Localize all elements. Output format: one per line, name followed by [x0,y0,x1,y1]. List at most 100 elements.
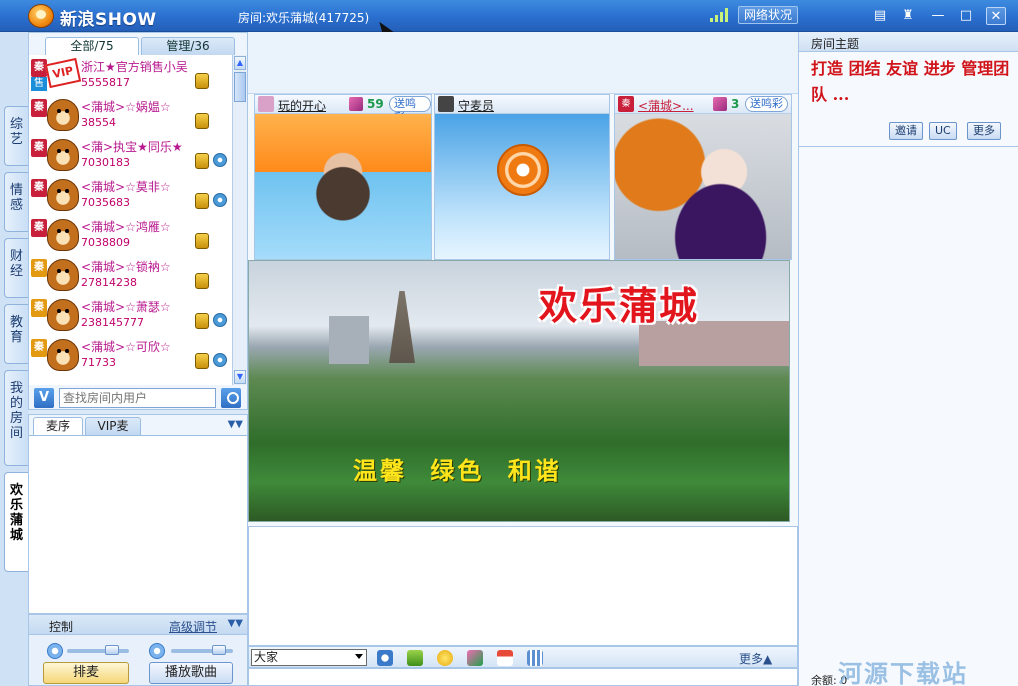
gift-count: 59 [367,97,384,111]
font-icon[interactable] [407,650,423,666]
queue-mic-button[interactable]: 排麦 [43,662,129,684]
tab-admins[interactable]: 管理/36 [141,37,235,55]
scroll-down-icon[interactable]: ▼ [234,370,246,384]
minimize-icon[interactable]: — [928,7,948,25]
signal-strength-icon [710,8,734,22]
video-slot-1[interactable]: 玩的开心 59 送鸣彩 [254,94,432,260]
uc-button[interactable]: UC [929,122,957,140]
topic-more-button[interactable]: 更多 [967,122,1001,140]
chat-target-select[interactable]: 大家 [251,649,367,666]
user-id: 71733 [81,356,116,369]
video-slot-3[interactable]: 秦 <蒲城>... 3 送鸣彩 [614,94,792,260]
tab-my-rooms[interactable]: 我的房间 [4,370,28,466]
list-item[interactable]: 秦 <蒲城>☆娲媪☆ 38554 [29,95,232,135]
speaker-volume-icon [149,643,165,659]
camera-icon [213,193,227,207]
slider-knob[interactable] [212,645,226,655]
list-item[interactable]: 秦 <蒲>执宝★同乐★ 7030183 [29,135,232,175]
sales-badge: 售 [31,77,47,91]
banner-headline: 欢乐蒲城 [539,283,700,328]
level-badge: 秦 [31,259,47,277]
tab-mic-queue[interactable]: 麦序 [33,417,83,435]
gift-icon[interactable] [349,97,363,111]
list-item[interactable]: 秦 <蒲城>☆萧瑟☆ 238145777 [29,295,232,335]
emoticon-icon[interactable] [377,650,393,666]
level-badge: 秦 [618,96,634,112]
list-item[interactable]: 秦 售 VIP 浙江★官方销售小吴 5555817 [29,55,232,95]
performer-name[interactable]: 玩的开心 [278,97,326,114]
user-name: <蒲>执宝★同乐★ [81,140,183,154]
tab-finance[interactable]: 财经 [4,238,28,298]
home-icon[interactable] [497,650,513,666]
list-item[interactable]: 秦 <蒲城>☆鸿雁☆ 7038809 [29,215,232,255]
collapse-icon[interactable]: ▼▼ [228,419,243,430]
collapse-icon[interactable]: ▼▼ [228,618,243,629]
gift-icon[interactable] [467,650,483,666]
list-item[interactable]: 秦 <蒲城>☆可欣☆ 71733 [29,335,232,375]
category-tabs: 综艺 情感 财经 教育 我的房间 欢乐蒲城 [0,32,28,686]
tab-variety[interactable]: 综艺 [4,106,28,166]
level-badge: 秦 [31,179,47,197]
network-status-button[interactable]: 网络状况 [738,6,799,24]
video-feed [435,114,609,259]
gift-icon[interactable] [713,97,727,111]
advanced-settings-link[interactable]: 高级调节 [169,618,217,635]
user-name: <蒲城>☆萧瑟☆ [81,300,171,314]
skin-icon[interactable]: ♜ [898,7,918,25]
performer-name[interactable]: 守麦员 [458,97,494,114]
slider-knob[interactable] [105,645,119,655]
level-badge: 秦 [31,139,47,157]
tab-education[interactable]: 教育 [4,304,28,364]
user-name: <蒲城>☆莫非☆ [81,180,171,194]
avatar [47,259,79,291]
user-list-scrollbar[interactable]: ▲ ▼ [232,55,247,385]
user-name: <蒲城>☆娲媪☆ [81,100,171,114]
tab-all-users[interactable]: 全部/75 [45,37,139,55]
level-badge: 秦 [31,339,47,357]
close-icon[interactable]: ✕ [986,7,1006,25]
user-search-input[interactable] [59,388,216,408]
performer-name[interactable]: <蒲城>... [638,97,694,114]
settings-icon[interactable]: ▤ [870,7,890,25]
tab-vip-mic[interactable]: VIP麦 [85,417,141,435]
user-id: 27814238 [81,276,137,289]
user-name: <蒲城>☆鸿雁☆ [81,220,171,234]
sina-show-logo-icon [28,4,54,28]
avatar [47,179,79,211]
vip-badge: VIP [44,57,82,89]
main-stage: 玩的开心 59 送鸣彩 守麦员 秦 <蒲城>... 3 送鸣彩 欢乐蒲城 温馨 … [248,32,798,686]
divider [799,146,1018,147]
grid-icon[interactable] [527,650,543,666]
video-slot-2[interactable]: 守麦员 [434,94,610,260]
play-song-button[interactable]: 播放歌曲 [149,662,233,684]
user-name: 浙江★官方销售小吴 [81,60,188,74]
public-chat-area[interactable] [248,526,798,646]
user-name: <蒲城>☆可欣☆ [81,340,171,354]
list-item[interactable]: 秦 <蒲城>☆莫非☆ 7035683 [29,175,232,215]
room-banner: 欢乐蒲城 温馨 绿色 和谐 [248,260,790,522]
camera-icon [213,153,227,167]
locate-icon[interactable] [221,388,241,408]
v-icon[interactable]: V [34,388,54,408]
speaker-volume-slider[interactable] [171,645,233,655]
list-item[interactable]: 秦 <蒲城>☆锁衲☆ 27814238 [29,255,232,295]
chat-input[interactable] [248,668,798,686]
smiley-icon[interactable] [437,650,453,666]
scroll-up-icon[interactable]: ▲ [234,56,246,70]
user-name: <蒲城>☆锁衲☆ [81,260,171,274]
control-panel: 控制 高级调节 ▼▼ 排麦 播放歌曲 [28,614,248,686]
invite-button[interactable]: 邀请 [889,122,923,140]
tab-current-room[interactable]: 欢乐蒲城 [4,472,28,572]
mic-volume-slider[interactable] [67,645,129,655]
send-cheer-button[interactable]: 送鸣彩 [745,96,788,112]
send-cheer-button[interactable]: 送鸣彩 [389,96,431,124]
user-id: 38554 [81,116,116,129]
chat-more-button[interactable]: 更多▲ [739,650,772,667]
maximize-icon[interactable]: □ [956,7,976,25]
scroll-thumb[interactable] [234,72,246,102]
banner-building [329,316,369,364]
video-feed [255,114,431,259]
banner-pagoda [389,291,415,363]
tab-emotion[interactable]: 情感 [4,172,28,232]
avatar [47,139,79,171]
